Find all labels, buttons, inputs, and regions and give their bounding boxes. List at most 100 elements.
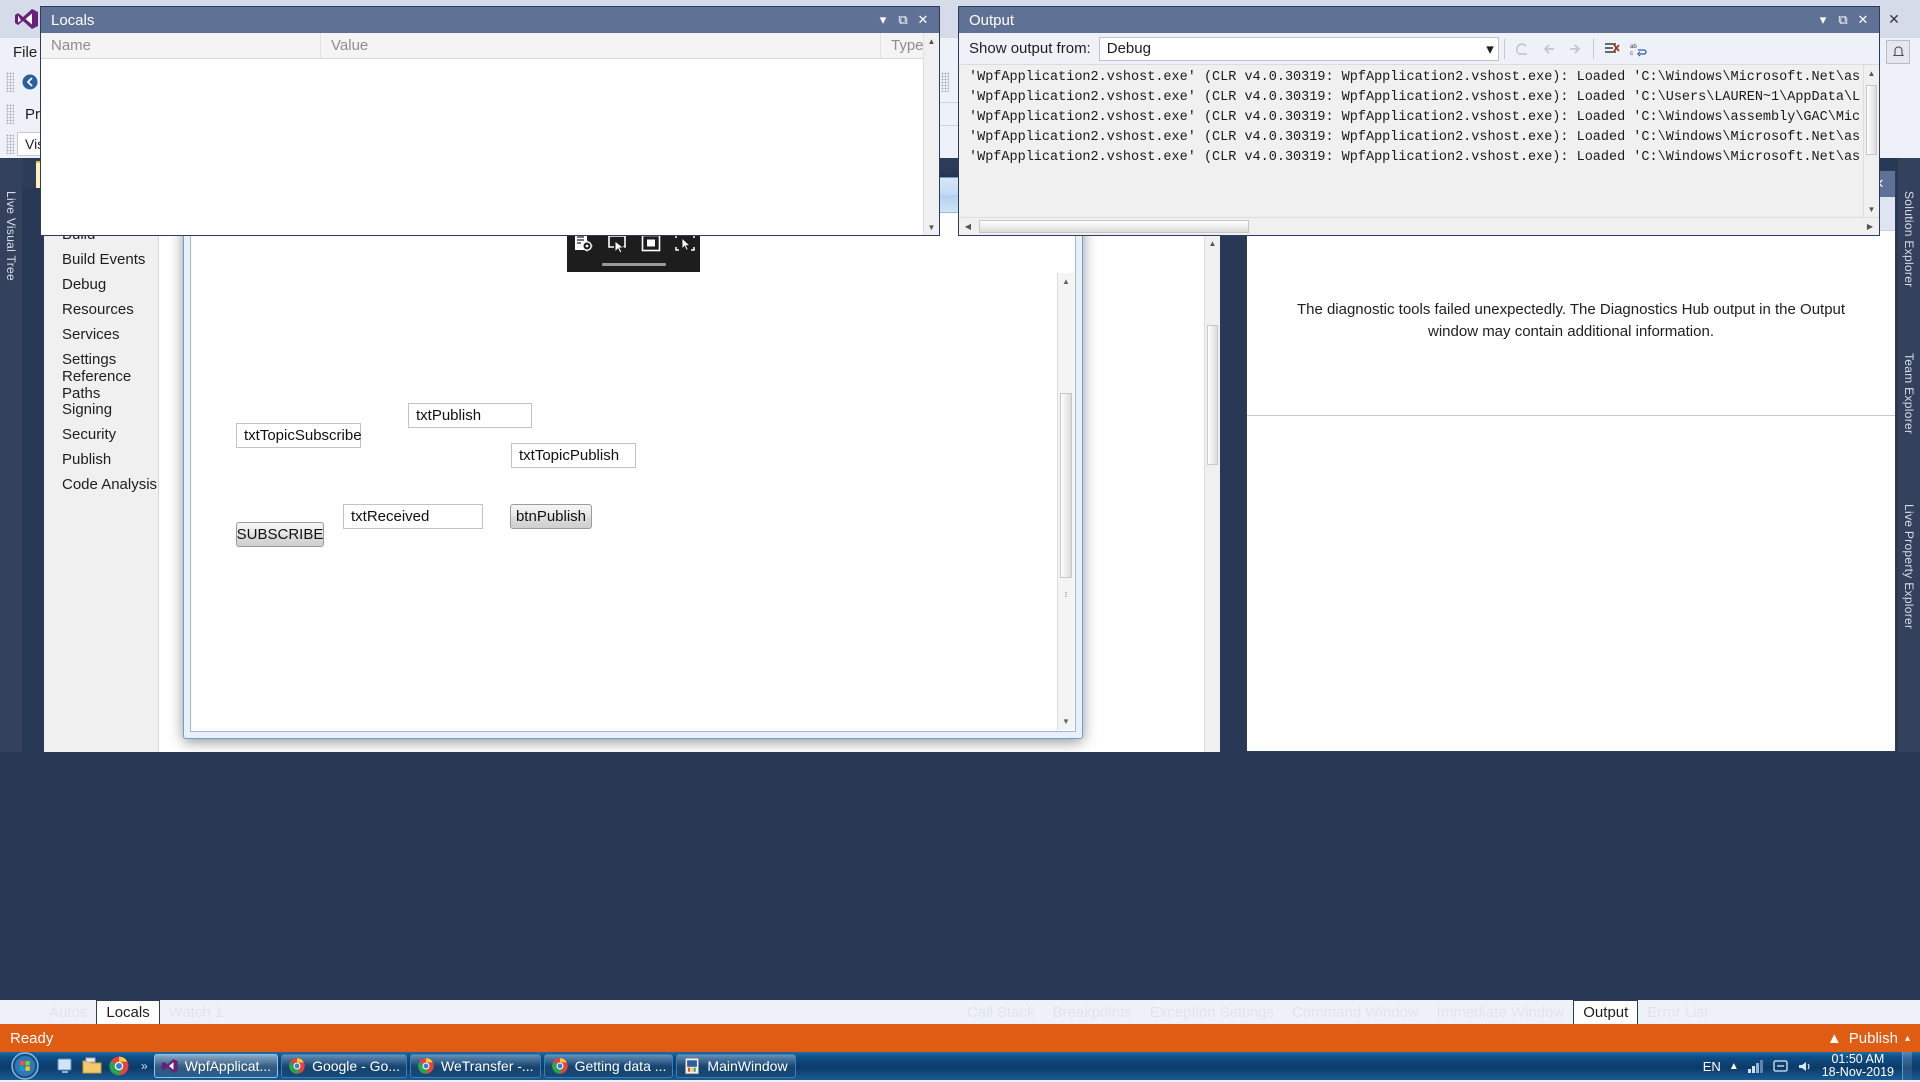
propnav-item-reference-paths[interactable]: Reference Paths [44,368,158,402]
go-to-next-message-icon[interactable] [1562,36,1588,62]
panel-menu-icon[interactable]: ▾ [873,12,893,28]
status-bar-right: ▲ Publish ▴ [1827,1030,1910,1047]
output-line: 'WpfApplication2.vshost.exe' (CLR v4.0.3… [969,90,1861,105]
mainwindow-app-window: MainWindow ─ ❐ ✕ [183,177,1083,739]
volume-icon[interactable] [1797,1059,1814,1074]
taskbar-item-wetransfer[interactable]: WeTransfer -... [410,1054,541,1078]
clear-all-icon[interactable] [1599,36,1625,62]
adorner-drag-handle[interactable] [601,263,666,266]
scroll-right-icon[interactable]: ▶ [1861,222,1879,231]
clock[interactable]: 01:50 AM 18-Nov-2019 [1822,1053,1894,1079]
toolbar-grip-3[interactable] [940,72,949,92]
dock-tab-live-property-explorer[interactable]: Live Property Explorer [1898,474,1920,659]
output-horizontal-scrollbar[interactable]: ◀ ▶ [959,217,1879,235]
show-desktop-icon[interactable] [54,1055,76,1077]
taskbar-item-google[interactable]: Google - Go... [281,1054,407,1078]
publish-button[interactable]: Publish [1849,1030,1898,1047]
column-header-name[interactable]: Name [41,33,321,58]
locals-tab-strip: Autos Locals Watch 1 [40,998,232,1024]
propnav-item-security[interactable]: Security [44,422,158,447]
close-button[interactable]: ✕ [1878,4,1910,34]
show-hidden-icons-icon[interactable]: ▲ [1729,1061,1739,1072]
go-to-previous-message-icon[interactable] [1536,36,1562,62]
locals-scrollbar[interactable]: ▲ ▼ [923,33,939,235]
column-header-value[interactable]: Value [321,33,881,58]
dock-tab-team-explorer[interactable]: Team Explorer [1898,324,1920,464]
scroll-up-icon[interactable]: ▲ [1205,235,1220,251]
scroll-track[interactable] [977,220,1861,233]
publish-caret-icon[interactable]: ▴ [1905,1033,1910,1044]
project-properties-scrollbar[interactable]: ▲ [1204,235,1220,752]
notifications-icon[interactable] [1886,40,1910,64]
action-center-icon[interactable] [1772,1059,1789,1074]
propnav-item-publish[interactable]: Publish [44,447,158,472]
status-bar: Ready ▲ Publish ▴ [0,1024,1920,1052]
dock-tab-live-visual-tree[interactable]: Live Visual Tree [0,166,22,306]
output-text-area[interactable]: 'WpfApplication2.vshost.exe' (CLR v4.0.3… [959,65,1879,235]
output-panel-title: Output [969,11,1015,29]
tab-autos[interactable]: Autos [40,1000,96,1024]
toggle-word-wrap-icon[interactable]: ab c [1625,36,1651,62]
output-toolbar: Show output from: Debug ▾ ab c [959,33,1879,65]
scroll-up-icon[interactable]: ▲ [1864,65,1879,81]
scroll-up-icon[interactable]: ▲ [1058,273,1074,290]
scroll-down-icon[interactable]: ▼ [924,219,939,235]
show-output-from-combo[interactable]: Debug ▾ [1098,36,1499,61]
debug-toolbar-grip[interactable] [6,104,14,124]
subscribe-button[interactable]: SUBSCRIBE [236,522,324,547]
tab-immediate-window[interactable]: Immediate Window [1428,1000,1574,1024]
start-button[interactable] [0,1052,50,1080]
windows-taskbar: » WpfApplicat... Google - Go... WeTransf… [0,1052,1920,1080]
taskbar-item-label: Google - Go... [312,1058,400,1074]
txtReceived-textbox[interactable]: txtReceived [343,504,483,529]
propnav-item-resources[interactable]: Resources [44,297,158,322]
dock-tab-solution-explorer[interactable]: Solution Explorer [1898,164,1920,314]
scroll-left-icon[interactable]: ◀ [959,222,977,231]
mainwindow-scrollbar[interactable]: ▲ ▼ [1057,273,1074,730]
txtTopicPublish-textbox[interactable]: txtTopicPublish [511,443,636,468]
propnav-item-code-analysis[interactable]: Code Analysis [44,472,158,497]
tab-command-window[interactable]: Command Window [1283,1000,1428,1024]
network-icon[interactable] [1747,1059,1764,1074]
taskbar-overflow-icon[interactable]: » [135,1059,154,1073]
scroll-thumb[interactable] [1060,393,1072,597]
tab-call-stack[interactable]: Call Stack [958,1000,1044,1024]
propnav-item-debug[interactable]: Debug [44,272,158,297]
toolbar-grip[interactable] [6,72,14,92]
close-icon[interactable]: ✕ [1853,12,1873,28]
find-message-icon[interactable] [1510,36,1536,62]
taskbar-item-wpfapplication[interactable]: WpfApplicat... [153,1054,279,1078]
chrome-icon[interactable] [108,1055,130,1077]
propnav-item-services[interactable]: Services [44,322,158,347]
txtTopicSubscribe-textbox[interactable]: txtTopicSubscribe [236,423,362,448]
scroll-thumb[interactable] [1866,85,1877,155]
pin-icon[interactable]: ⧉ [893,12,913,28]
output-vertical-scrollbar[interactable]: ▲ ▼ [1863,65,1879,217]
language-indicator[interactable]: EN [1703,1059,1721,1074]
pin-icon[interactable]: ⧉ [1833,12,1853,28]
publish-arrow-icon[interactable]: ▲ [1827,1030,1842,1047]
tab-breakpoints[interactable]: Breakpoints [1044,1000,1141,1024]
tab-output[interactable]: Output [1573,1000,1639,1024]
txtPublish-textbox[interactable]: txtPublish [408,403,532,428]
taskbar-item-label: MainWindow [707,1058,788,1074]
windows-explorer-icon[interactable] [81,1055,103,1077]
tab-error-list[interactable]: Error List [1638,1000,1717,1024]
propnav-item-build-events[interactable]: Build Events [44,247,158,272]
scroll-thumb[interactable] [979,220,1249,233]
scroll-down-icon[interactable]: ▼ [1058,713,1074,730]
panel-menu-icon[interactable]: ▾ [1813,12,1833,28]
taskbar-item-getting-data[interactable]: Getting data ... [543,1054,674,1078]
scroll-thumb[interactable] [1207,325,1218,465]
close-icon[interactable]: ✕ [913,12,933,28]
tab-locals[interactable]: Locals [96,1000,160,1024]
btnPublish-button[interactable]: btnPublish [510,504,592,529]
vmicro-grip[interactable] [6,134,14,154]
chrome-icon [418,1058,434,1074]
taskbar-item-mainwindow[interactable]: MainWindow [676,1054,797,1078]
scroll-down-icon[interactable]: ▼ [1864,201,1879,217]
tab-watch-1[interactable]: Watch 1 [160,1000,232,1024]
show-desktop-button[interactable] [1902,1052,1912,1080]
tab-exception-settings[interactable]: Exception Settings [1141,1000,1283,1024]
scroll-up-icon[interactable]: ▲ [924,33,939,49]
